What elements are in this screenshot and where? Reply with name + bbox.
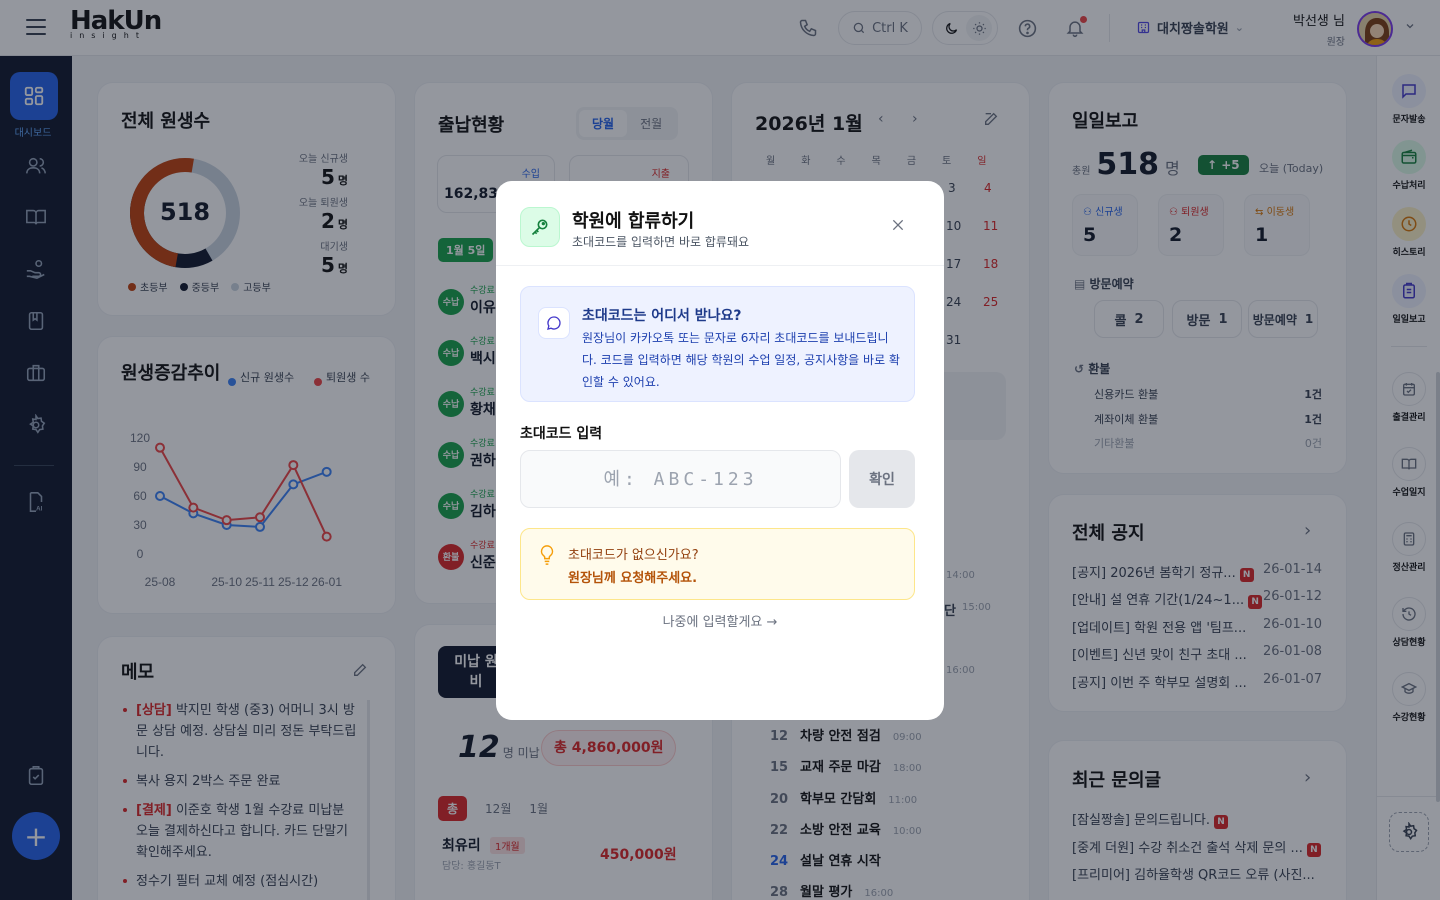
key-icon [520, 207, 560, 247]
join-academy-modal: 학원에 합류하기 초대코드를 입력하면 바로 합류돼요 초대코드는 어디서 받나… [496, 181, 944, 720]
close-icon [892, 219, 904, 231]
info-description: 원장님이 카카오톡 또는 문자로 6자리 초대코드를 보내드립니다. 코드를 입… [582, 331, 900, 389]
invite-info-box: 초대코드는 어디서 받나요? 원장님이 카카오톡 또는 문자로 6자리 초대코드… [520, 286, 915, 402]
close-button[interactable] [888, 217, 908, 237]
invite-code-input[interactable] [520, 450, 841, 508]
no-code-title: 초대코드가 없으신가요? [568, 548, 699, 563]
later-link[interactable]: 나중에 입력할게요 → [496, 611, 944, 630]
modal-subtitle: 초대코드를 입력하면 바로 합류돼요 [572, 235, 750, 249]
info-title: 초대코드는 어디서 받나요? [582, 308, 742, 324]
chat-bubble-icon [538, 307, 570, 339]
lightbulb-icon [539, 545, 555, 568]
no-code-desc: 원장님께 요청해주세요. [568, 571, 698, 586]
confirm-button[interactable]: 확인 [849, 450, 915, 508]
modal-title: 학원에 합류하기 [572, 211, 695, 232]
code-input-label: 초대코드 입력 [520, 426, 603, 442]
modal-header: 학원에 합류하기 초대코드를 입력하면 바로 합류돼요 [496, 181, 944, 266]
no-code-box: 초대코드가 없으신가요? 원장님께 요청해주세요. [520, 528, 915, 600]
